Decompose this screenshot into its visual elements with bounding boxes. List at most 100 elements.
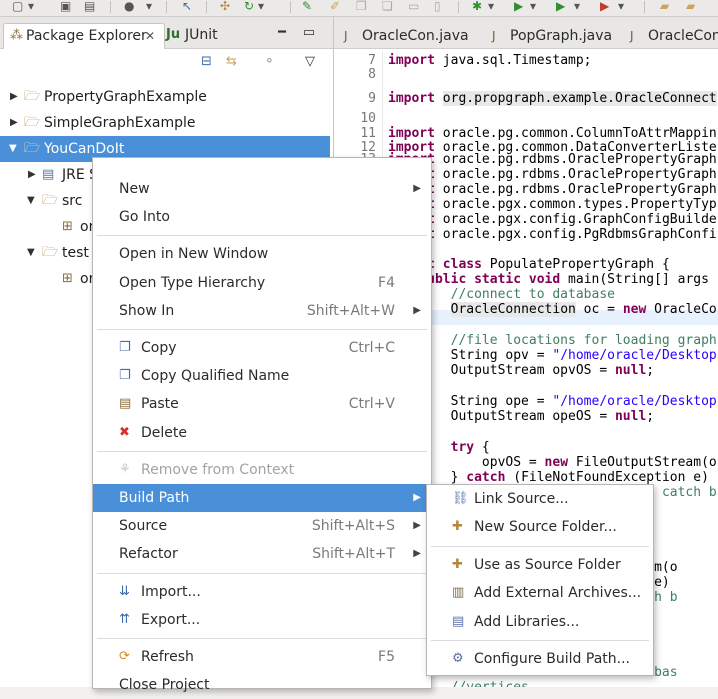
menu-item-label: Refresh xyxy=(141,649,194,665)
code-text: String opv = "/home/oracle/Desktop xyxy=(388,348,717,363)
copy-icon[interactable]: ❐ xyxy=(356,0,367,12)
menu-item-refactor[interactable]: Refactor Shift+Alt+T ▶ xyxy=(93,540,431,568)
chevron-right-icon[interactable]: ▶ xyxy=(10,110,22,136)
paste-icon: ▤ xyxy=(119,396,132,412)
chevron-down-icon[interactable]: ▾ xyxy=(146,0,152,12)
menu-item-add-external-archives[interactable]: ▥ Add External Archives... xyxy=(427,579,653,607)
bug-icon[interactable]: ✱ xyxy=(472,0,482,12)
menu-item-label: Close Project xyxy=(119,677,210,694)
open-folder-icon[interactable]: ▰ xyxy=(660,0,669,12)
menu-item-new[interactable]: New ▶ xyxy=(93,175,431,203)
save-all-icon[interactable]: ▤ xyxy=(84,0,95,12)
pin-icon[interactable]: ✎ xyxy=(302,0,312,12)
code-line[interactable]: 11 import oracle.pg.common.ColumnToAttrMa… xyxy=(334,126,718,141)
collapse-all-icon[interactable]: ⊟ xyxy=(201,55,212,68)
code-token: java.sql.Timestamp; xyxy=(434,53,592,68)
tree-item-simplegraphexample[interactable]: ▶ 🗁 SimpleGraphExample xyxy=(0,110,330,136)
code-line[interactable]: 9 import org.propgraph.example.OracleConn… xyxy=(334,91,718,106)
menu-item-paste[interactable]: ▤ Paste Ctrl+V xyxy=(93,390,431,418)
package-explorer-icon: ⁂ xyxy=(10,28,23,43)
menu-item-label: Link Source... xyxy=(474,491,569,507)
keyword-token: static xyxy=(474,272,522,287)
configure-icon: ⚙ xyxy=(452,651,464,666)
code-line[interactable]: 8 xyxy=(334,67,718,82)
code-line[interactable]: 7 import java.sql.Timestamp; xyxy=(334,53,718,68)
view-menu-icon[interactable]: ▽ xyxy=(305,55,315,68)
pen-icon[interactable]: ✐ xyxy=(330,0,340,12)
menu-item-label: Copy Qualified Name xyxy=(141,368,290,385)
tab-junit[interactable]: Ju JUnit xyxy=(166,23,256,48)
paste-icon[interactable]: ❏ xyxy=(382,0,393,12)
minimize-icon[interactable]: ━ xyxy=(275,26,289,40)
line-number: 8 xyxy=(368,67,376,82)
menu-item-new-source-folder[interactable]: ✚ New Source Folder... xyxy=(427,513,653,541)
menu-item-link-source[interactable]: ⛓ Link Source... xyxy=(427,485,653,513)
library-icon: ▤ xyxy=(42,167,55,182)
maximize-icon[interactable]: ▭ xyxy=(302,26,316,40)
refresh-icon[interactable]: ↻ xyxy=(244,0,254,12)
chevron-down-icon[interactable]: ▾ xyxy=(488,0,494,12)
code-text: import org.propgraph.example.OracleConne… xyxy=(388,91,717,106)
java-file-icon: J xyxy=(344,29,348,43)
menu-item-source[interactable]: Source Shift+Alt+S ▶ xyxy=(93,512,431,540)
menu-item-use-as-source-folder[interactable]: ✚ Use as Source Folder xyxy=(427,551,653,579)
chevron-down-icon[interactable]: ▾ xyxy=(28,0,34,12)
pointer-icon[interactable]: ↖ xyxy=(182,0,192,12)
package-icon[interactable]: ✣ xyxy=(220,0,230,12)
chevron-down-icon[interactable]: ▾ xyxy=(530,0,536,12)
toolbar-separator xyxy=(458,1,459,13)
tree-item-propertygraphexample[interactable]: ▶ 🗁 PropertyGraphExample xyxy=(0,84,330,110)
menu-item-build-path[interactable]: Build Path ▶ xyxy=(93,484,431,512)
menu-item-show-in[interactable]: Show In Shift+Alt+W ▶ xyxy=(93,297,431,325)
menu-item-label: Copy xyxy=(141,340,177,356)
close-icon[interactable]: ✕ xyxy=(145,24,155,48)
chevron-down-icon[interactable]: ▾ xyxy=(258,0,264,12)
window-icon[interactable]: ▯ xyxy=(434,0,441,12)
focus-task-icon[interactable]: ⚬ xyxy=(264,55,275,68)
window-icon[interactable]: ▭ xyxy=(408,0,419,12)
new-icon[interactable]: ▢ xyxy=(12,0,23,12)
chevron-down-icon[interactable]: ▾ xyxy=(574,0,580,12)
folder-icon[interactable]: ▰ xyxy=(686,0,695,12)
chevron-right-icon[interactable]: ▶ xyxy=(28,162,40,188)
keyword-token: try xyxy=(450,440,475,455)
tab-oracleconn[interactable]: J OracleConn xyxy=(630,25,718,48)
menu-item-label: Import... xyxy=(141,583,201,600)
save-icon[interactable]: ▣ xyxy=(60,0,71,12)
import-icon: ⇊ xyxy=(119,583,130,599)
menu-item-open-type-hierarchy[interactable]: Open Type Hierarchy F4 xyxy=(93,269,431,297)
menu-item-close-project[interactable]: Close Project xyxy=(93,671,431,699)
menu-item-label: Use as Source Folder xyxy=(474,556,621,573)
menu-item-export[interactable]: ⇈ Export... xyxy=(93,606,431,634)
run-icon[interactable]: ▶ xyxy=(514,0,523,12)
menu-item-add-libraries[interactable]: ▤ Add Libraries... xyxy=(427,608,653,636)
menu-item-label: Delete xyxy=(141,424,187,441)
menu-item-import[interactable]: ⇊ Import... xyxy=(93,578,431,606)
menu-item-open-in-new-window[interactable]: Open in New Window xyxy=(93,240,431,268)
menu-item-configure-build-path[interactable]: ⚙ Configure Build Path... xyxy=(427,645,653,673)
tab-popgraph-java[interactable]: J PopGraph.java xyxy=(492,25,632,48)
menu-item-refresh[interactable]: ⟳ Refresh F5 xyxy=(93,643,431,671)
chevron-down-icon[interactable]: ▼ xyxy=(27,188,39,214)
menu-item-go-into[interactable]: Go Into xyxy=(93,203,431,231)
external-tools-icon[interactable]: ▶ xyxy=(600,0,609,12)
chevron-down-icon[interactable]: ▼ xyxy=(9,136,21,162)
menu-item-copy-qualified-name[interactable]: ❐ Copy Qualified Name xyxy=(93,362,431,390)
menu-item-delete[interactable]: ✖ Delete xyxy=(93,419,431,447)
tab-label: OracleCon.java xyxy=(362,28,469,44)
code-line[interactable]: 10 xyxy=(334,111,718,126)
menu-item-label: Open Type Hierarchy xyxy=(119,274,266,291)
tree-item-label: test xyxy=(62,245,89,261)
link-with-editor-icon[interactable]: ⇆ xyxy=(226,55,237,68)
chevron-right-icon[interactable]: ▶ xyxy=(10,84,22,110)
run-dropdown-icon[interactable]: ▶ xyxy=(556,0,565,12)
tab-package-explorer[interactable]: ⁂ Package Explorer ✕ xyxy=(3,23,165,49)
code-text: import oracle.pg.rdbms.OraclePropertyGra… xyxy=(388,152,717,167)
chevron-down-icon[interactable]: ▾ xyxy=(618,0,624,12)
debug-person-icon[interactable]: ● xyxy=(124,0,134,12)
menu-item-copy[interactable]: ❐ Copy Ctrl+C xyxy=(93,334,431,362)
menu-item-label: New Source Folder... xyxy=(474,519,617,536)
chevron-down-icon[interactable]: ▼ xyxy=(27,240,39,266)
tab-oraclecon-java[interactable]: J OracleCon.java xyxy=(344,25,484,48)
